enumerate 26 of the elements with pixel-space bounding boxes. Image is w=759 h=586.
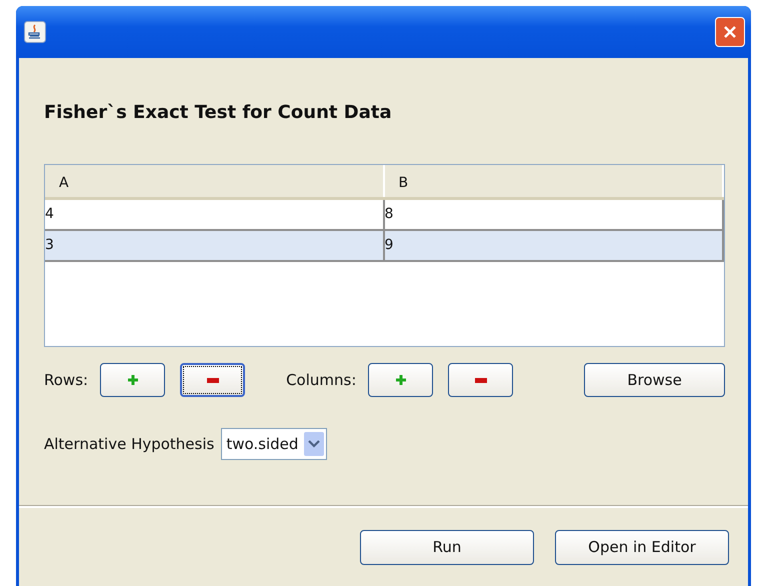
table-cell: 4 (45, 200, 384, 229)
remove-row-button[interactable] (180, 363, 246, 397)
table-cell: 3 (45, 231, 384, 260)
coffee-cup-icon (24, 21, 46, 43)
table-cell: 9 (384, 231, 724, 260)
rows-label: Rows: (44, 371, 88, 389)
add-row-button[interactable] (100, 363, 166, 397)
close-icon (722, 24, 738, 40)
column-header[interactable]: A (45, 165, 384, 197)
table-row[interactable]: 3 9 (45, 231, 724, 262)
remove-column-button[interactable] (448, 363, 514, 397)
minus-icon (474, 378, 487, 382)
minus-icon (206, 378, 219, 382)
hypothesis-label: Alternative Hypothesis (44, 435, 214, 453)
browse-button[interactable]: Browse (584, 363, 725, 397)
column-header[interactable]: B (384, 165, 724, 197)
plus-icon (396, 375, 406, 385)
add-column-button[interactable] (368, 363, 434, 397)
run-button[interactable]: Run (360, 530, 534, 564)
dialog-heading: Fisher`s Exact Test for Count Data (44, 102, 393, 125)
table-cell: 8 (384, 200, 724, 229)
columns-label: Columns: (286, 371, 356, 389)
hypothesis-dropdown[interactable]: two.sided (221, 428, 328, 460)
open-in-editor-button[interactable]: Open in Editor (555, 530, 729, 564)
plus-icon (128, 375, 138, 385)
close-button[interactable] (715, 17, 745, 47)
